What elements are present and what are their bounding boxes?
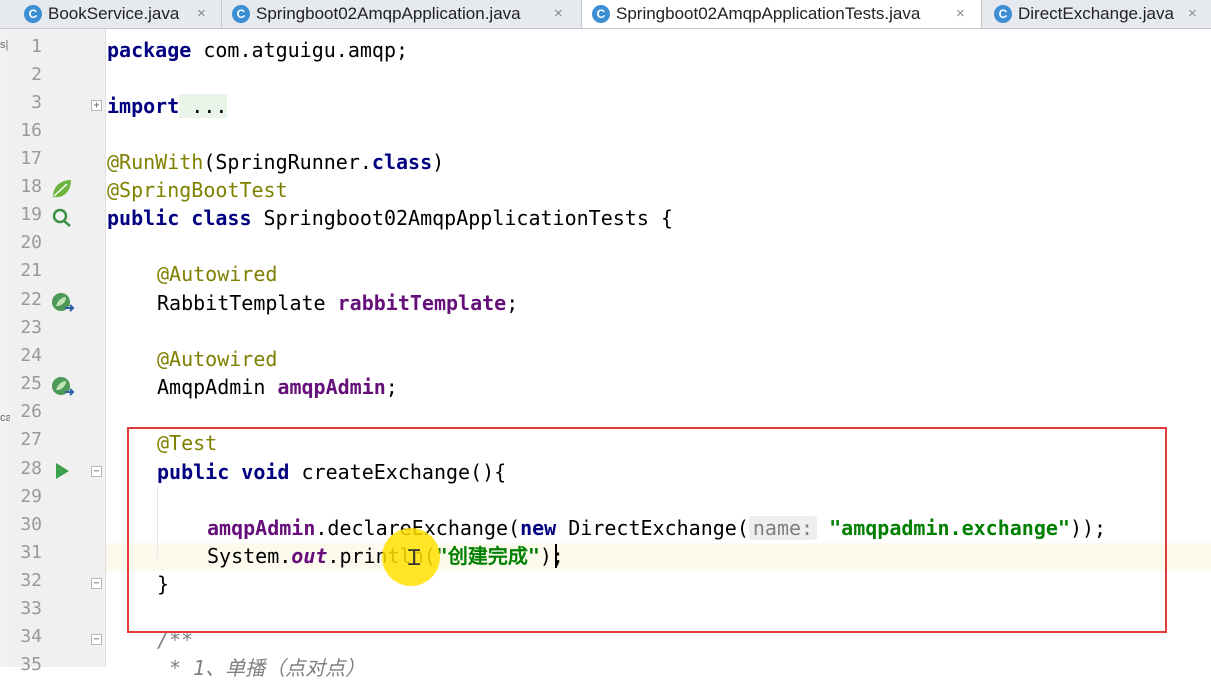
line-number: 19 <box>20 204 42 225</box>
line-number: 34 <box>20 626 42 647</box>
line-number: 16 <box>20 120 42 141</box>
keyword: public class <box>107 206 252 230</box>
editor-tab-bar: C BookService.java × C Springboot02AmqpA… <box>0 0 1211 29</box>
code-line: RabbitTemplate rabbitTemplate; <box>157 289 518 317</box>
line-number: 30 <box>20 514 42 535</box>
line-number: 35 <box>20 654 42 675</box>
class-icon: C <box>24 5 42 23</box>
code-text: ; <box>506 291 519 315</box>
line-number: 17 <box>20 148 42 169</box>
code-line: package com.atguigu.amqp; <box>107 36 408 64</box>
tab-springboot02-amqp-application[interactable]: C Springboot02AmqpApplication.java × <box>222 0 582 28</box>
keyword: class <box>371 150 433 174</box>
tab-direct-exchange[interactable]: C DirectExchange.java × <box>982 0 1211 28</box>
line-number: 26 <box>20 401 42 422</box>
code-line: @Autowired <box>157 260 277 288</box>
line-number: 23 <box>20 317 42 338</box>
fold-collapse-icon[interactable]: − <box>91 634 102 645</box>
annotation: @SpringBootTest <box>107 178 288 202</box>
fold-expand-icon[interactable]: + <box>91 100 102 111</box>
tab-label: DirectExchange.java <box>1018 4 1174 23</box>
tab-label: Springboot02AmqpApplicationTests.java <box>616 4 921 23</box>
panel-fragment: s| <box>0 39 9 51</box>
spring-class-icon: C <box>232 5 250 23</box>
line-number: 31 <box>20 542 42 563</box>
close-icon[interactable]: × <box>956 0 965 28</box>
spring-class-icon: C <box>592 5 610 23</box>
autowired-bean-icon[interactable] <box>50 375 76 401</box>
code-line: @Autowired <box>157 345 277 373</box>
code-text: ; <box>385 375 398 399</box>
close-icon[interactable]: × <box>1188 0 1197 28</box>
line-number: 32 <box>20 570 42 591</box>
field-name: amqpAdmin <box>277 375 386 399</box>
code-line: * 1、单播（点对点） <box>157 654 365 682</box>
line-number: 18 <box>20 176 42 197</box>
keyword: import <box>107 94 180 118</box>
code-text: com.atguigu.amqp; <box>191 38 409 62</box>
code-text: ) <box>432 150 445 174</box>
doc-comment: * 1、单播（点对点） <box>157 656 366 680</box>
tab-label: BookService.java <box>48 4 180 23</box>
spring-bean-icon[interactable] <box>50 177 74 201</box>
class-icon: C <box>994 5 1012 23</box>
close-icon[interactable]: × <box>554 0 563 28</box>
code-line: public class Springboot02AmqpApplication… <box>107 204 673 232</box>
line-number: 29 <box>20 486 42 507</box>
line-number: 3 <box>31 92 42 113</box>
tab-bookservice[interactable]: C BookService.java × <box>0 0 222 28</box>
annotation: @Autowired <box>157 262 278 286</box>
annotation-highlight-box <box>127 427 1167 633</box>
autowired-bean-icon[interactable] <box>50 291 76 317</box>
line-number: 25 <box>20 373 42 394</box>
run-test-icon[interactable] <box>54 462 70 480</box>
line-number: 21 <box>20 260 42 281</box>
line-number: 28 <box>20 458 42 479</box>
annotation: @Autowired <box>157 347 278 371</box>
line-number: 27 <box>20 429 42 450</box>
code-line: import ... <box>107 92 228 120</box>
fold-collapse-icon[interactable]: − <box>91 466 102 477</box>
code-text: Springboot02AmqpApplicationTests { <box>251 206 673 230</box>
line-number: 1 <box>31 36 42 57</box>
code-line: AmqpAdmin amqpAdmin; <box>157 373 398 401</box>
line-number: 33 <box>20 598 42 619</box>
editor-gutter: 1 2 3 16 17 18 19 20 21 22 23 24 25 26 2… <box>10 29 106 675</box>
line-number: 20 <box>20 232 42 253</box>
field-name: rabbitTemplate <box>337 291 507 315</box>
code-text: (SpringRunner. <box>203 150 372 174</box>
annotation: @RunWith <box>107 150 204 174</box>
code-text: AmqpAdmin <box>157 375 278 399</box>
tab-label: Springboot02AmqpApplication.java <box>256 4 521 23</box>
close-icon[interactable]: × <box>197 0 206 28</box>
navigate-icon[interactable] <box>50 206 74 230</box>
line-number: 24 <box>20 345 42 366</box>
code-line: @SpringBootTest <box>107 176 288 204</box>
keyword: package <box>107 38 192 62</box>
folded-imports[interactable]: ... <box>179 94 228 118</box>
fold-collapse-icon[interactable]: − <box>91 578 102 589</box>
code-line: @RunWith(SpringRunner.class) <box>107 148 444 176</box>
line-number: 2 <box>31 64 42 85</box>
line-number: 22 <box>20 289 42 310</box>
code-text: RabbitTemplate <box>157 291 338 315</box>
tab-springboot02-amqp-application-tests[interactable]: C Springboot02AmqpApplicationTests.java … <box>582 0 982 28</box>
